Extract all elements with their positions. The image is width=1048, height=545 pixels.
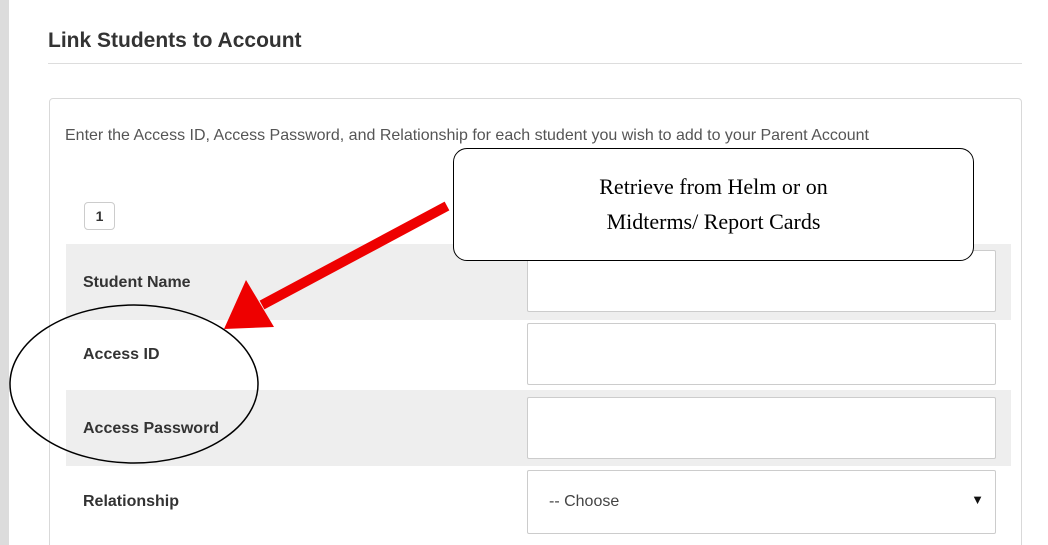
access-id-row: Access ID — [66, 320, 1011, 396]
chevron-down-icon: ▼ — [971, 492, 984, 507]
relationship-label: Relationship — [83, 493, 180, 510]
relationship-select[interactable]: -- Choose ▼ — [527, 470, 996, 534]
relationship-selected-value: -- Choose — [549, 493, 620, 510]
student-page-pill[interactable]: 1 — [84, 202, 115, 230]
annotation-callout: Retrieve from Helm or on Midterms/ Repor… — [453, 148, 974, 261]
access-id-label: Access ID — [83, 346, 160, 363]
access-password-row: Access Password — [66, 390, 1011, 466]
annotation-callout-text: Retrieve from Helm or on Midterms/ Repor… — [599, 174, 828, 234]
access-password-input[interactable] — [527, 397, 996, 459]
relationship-row: Relationship -- Choose ▼ — [66, 466, 1011, 542]
access-password-label: Access Password — [83, 420, 220, 437]
title-divider — [48, 63, 1022, 64]
section-title: Link Students to Account — [48, 29, 302, 52]
access-id-input[interactable] — [527, 323, 996, 385]
page-left-border — [0, 0, 9, 545]
instructions-text: Enter the Access ID, Access Password, an… — [65, 127, 869, 144]
student-name-label: Student Name — [83, 274, 191, 291]
